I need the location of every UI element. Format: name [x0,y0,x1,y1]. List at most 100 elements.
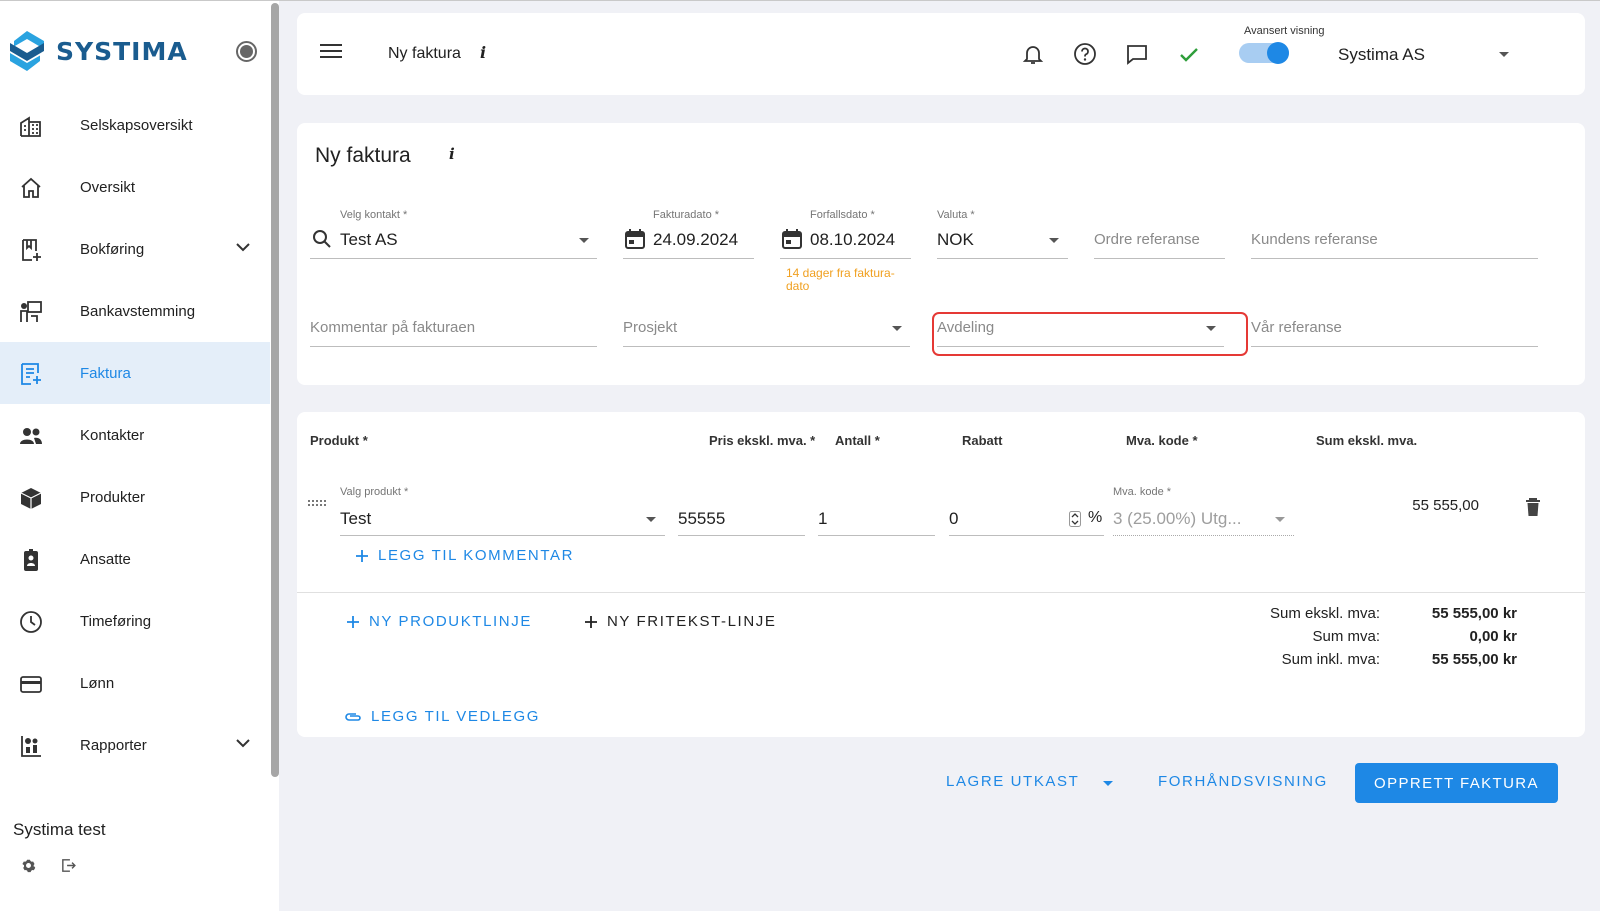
discount-input[interactable]: 0 % [949,498,1104,536]
due-date-value: 08.10.2024 [810,230,896,249]
info-icon[interactable]: i [480,43,486,62]
department-highlight [932,312,1248,356]
sidebar-item-label: Ansatte [80,550,131,568]
theme-toggle-icon[interactable] [236,41,257,62]
project-placeholder: Prosjekt [623,319,678,336]
chevron-down-icon[interactable] [236,738,250,748]
product-lines-card: Produkt * Pris ekskl. mva. * Antall * Ra… [297,412,1585,737]
save-draft-button[interactable]: LAGRE UTKAST [946,773,1079,790]
logout-icon[interactable] [60,857,77,874]
plus-icon [356,549,368,562]
sidebar-scrollbar[interactable] [271,3,279,777]
new-product-line-label: NY PRODUKTLINJE [369,613,532,630]
our-reference-placeholder: Vår referanse [1251,319,1342,336]
company-name: Systima test [13,820,106,839]
invoice-date-value: 24.09.2024 [653,230,739,249]
create-invoice-button[interactable]: OPPRETT FAKTURA [1355,763,1558,803]
sidebar-item-bankavstemming[interactable]: Bankavstemming [0,280,270,342]
calendar-icon[interactable] [782,228,802,250]
new-product-line-button[interactable]: NY PRODUKTLINJE [346,613,532,630]
sidebar-footer: Systima test [0,807,279,911]
chevron-down-icon[interactable] [1049,238,1059,243]
preview-button[interactable]: FORHÅNDSVISNING [1158,773,1328,790]
chat-icon[interactable] [1125,42,1149,66]
chevron-down-icon[interactable] [1103,781,1113,786]
invoice-date-field[interactable]: Fakturadato * 24.09.2024 [623,209,754,259]
new-text-line-button[interactable]: NY FRITEKST-LINJE [584,613,776,630]
company-select[interactable]: Systima AS [1338,45,1425,65]
chevron-down-icon[interactable] [579,238,589,243]
currency-select[interactable]: Valuta * NOK [937,209,1068,259]
check-icon[interactable] [1177,42,1201,66]
add-comment-label: LEGG TIL KOMMENTAR [378,547,575,564]
people-icon [20,428,42,444]
project-select[interactable]: Prosjekt [623,309,910,347]
clock-icon [20,611,42,633]
logo[interactable]: SYSTIMA [8,29,188,73]
paperclip-icon [345,712,361,721]
customer-reference-input[interactable]: Kundens referanse [1251,221,1538,259]
advanced-view-toggle[interactable] [1239,40,1289,66]
sidebar-item-faktura[interactable]: Faktura [0,342,270,404]
menu-icon[interactable] [320,43,342,59]
order-reference-input[interactable]: Ordre referanse [1094,221,1225,259]
quantity-input[interactable]: 1 [818,498,935,536]
chevron-down-icon[interactable] [1499,52,1509,57]
row-sum: 55 555,00 [1412,497,1479,514]
chevron-down-icon[interactable] [236,242,250,252]
sidebar-item-rapporter[interactable]: Rapporter [0,714,270,776]
sidebar-item-label: Rapporter [80,736,147,754]
badge-icon [24,549,38,571]
calendar-icon[interactable] [625,228,645,250]
our-reference-input[interactable]: Vår referanse [1251,309,1538,347]
drag-handle-icon[interactable] [308,500,332,508]
price-input[interactable]: 55555 [678,498,805,536]
help-icon[interactable] [1073,42,1097,66]
sidebar-item-lonn[interactable]: Lønn [0,652,270,714]
sidebar-nav: Selskapsoversikt Oversikt Bokføring Bank… [0,94,270,776]
sidebar-item-label: Timeføring [80,612,152,630]
sidebar-item-bokforing[interactable]: Bokføring [0,218,270,280]
add-comment-button[interactable]: LEGG TIL KOMMENTAR [355,547,574,564]
product-select[interactable]: Valg produkt * Test [340,486,665,536]
column-header-discount: Rabatt [962,433,1003,448]
sidebar-item-produkter[interactable]: Produkter [0,466,270,528]
add-attachment-label: LEGG TIL VEDLEGG [371,708,540,725]
vat-code-select[interactable]: Mva. kode * 3 (25.00%) Utg... [1113,486,1294,536]
currency-value: NOK [937,230,974,249]
sum-excl-vat-label: Sum ekskl. mva: [1269,605,1380,622]
product-value: Test [340,509,372,528]
currency-label: Valuta * [937,209,975,221]
chevron-down-icon[interactable] [646,517,656,522]
bank-reconcile-icon [20,301,42,322]
buildings-icon [20,116,41,137]
chevron-down-icon[interactable] [892,326,902,331]
contact-select[interactable]: Velg kontakt * Test AS [310,209,597,259]
sidebar-item-timeforing[interactable]: Timeføring [0,590,270,652]
product-label: Valg produkt * [340,486,409,498]
systima-logo-icon [10,31,44,71]
gear-icon[interactable] [20,857,37,874]
sidebar-item-oversikt[interactable]: Oversikt [0,156,270,218]
column-header-qty: Antall * [835,433,880,448]
stepper-icon[interactable] [1069,511,1081,527]
info-icon[interactable]: i [449,145,455,163]
invoice-add-icon [21,363,41,385]
bell-icon[interactable] [1021,42,1045,66]
sidebar-item-ansatte[interactable]: Ansatte [0,528,270,590]
sidebar-item-label: Bankavstemming [80,302,196,320]
sidebar-item-selskapsoversikt[interactable]: Selskapsoversikt [0,94,270,156]
due-date-field[interactable]: Forfallsdato * 08.10.2024 [780,209,911,259]
comment-input[interactable]: Kommentar på fakturaen [310,309,597,347]
percent-sign: % [1088,509,1103,526]
form-title: Ny faktura [315,144,411,167]
discount-value: 0 [949,509,959,528]
column-header-sum: Sum ekskl. mva. [1316,433,1418,448]
reports-icon [21,736,41,757]
search-icon [313,230,331,248]
add-attachment-button[interactable]: LEGG TIL VEDLEGG [344,708,540,725]
chevron-down-icon[interactable] [1275,517,1285,522]
trash-icon[interactable] [1525,497,1541,517]
sidebar-item-kontakter[interactable]: Kontakter [0,404,270,466]
top-bar: Ny faktura i Avansert visning Systima AS [297,13,1585,95]
